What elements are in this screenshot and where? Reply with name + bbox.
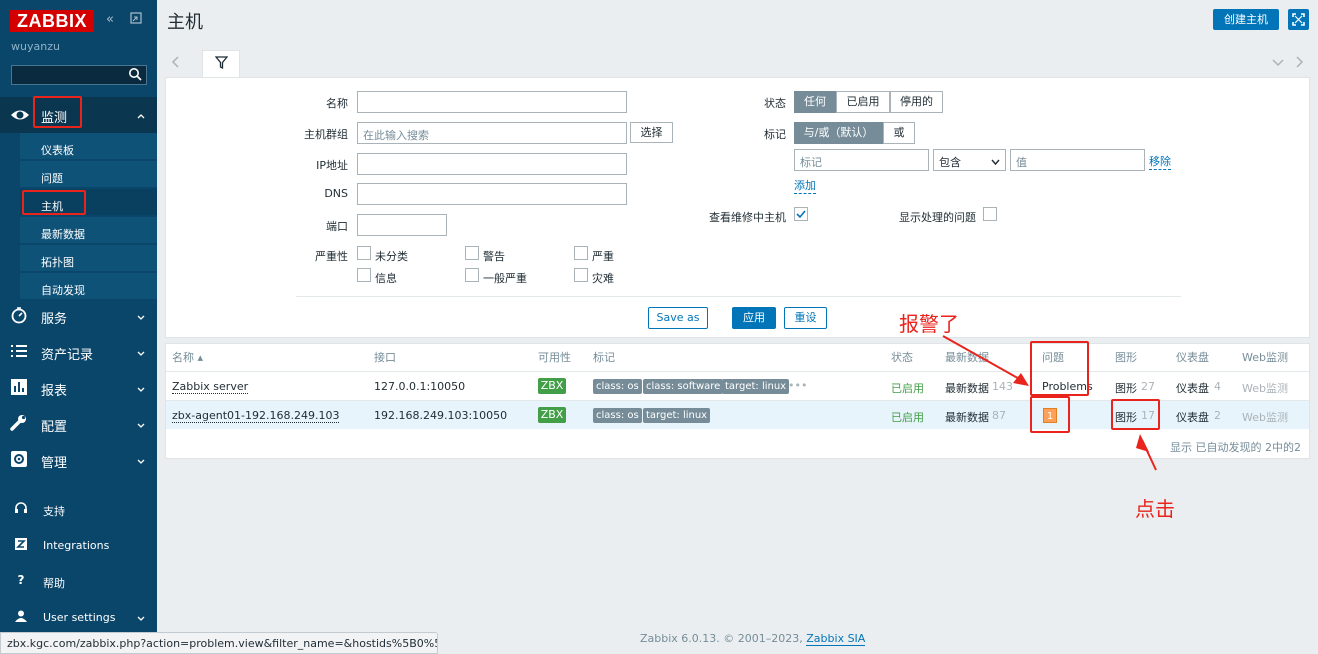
menu-inventory[interactable]: 资产记录 xyxy=(0,334,157,370)
kiosk-icon[interactable] xyxy=(130,12,142,28)
chevron-up-icon xyxy=(137,109,145,119)
z-icon xyxy=(14,537,28,551)
annotation-alarm: 报警了 xyxy=(899,312,959,336)
gear-icon xyxy=(10,450,30,470)
help-icon: ? xyxy=(17,573,25,587)
collapse-sidebar-icon[interactable]: « xyxy=(106,12,114,27)
footer-link[interactable]: Zabbix SIA xyxy=(806,632,866,646)
chevron-down-icon xyxy=(137,382,145,392)
menu-label: 服务 xyxy=(41,312,68,327)
headset-icon xyxy=(14,501,28,515)
menu-administration[interactable]: 管理 xyxy=(0,442,157,478)
menu-services[interactable]: 服务 xyxy=(0,298,157,334)
menu-support[interactable]: 支持 xyxy=(0,494,157,522)
main-content: 主机 创建主机 名称 主机群组 在此输入搜索 选择 IP地址 DNS 端口 严重… xyxy=(157,0,1318,654)
annotation-click: 点击 xyxy=(1135,497,1175,521)
menu-label: 报表 xyxy=(41,384,68,399)
user-icon xyxy=(14,609,28,623)
bar-chart-icon xyxy=(10,378,30,398)
menu-label: 帮助 xyxy=(43,577,65,590)
annotation-box-monitoring xyxy=(33,96,82,128)
search-icon[interactable] xyxy=(128,67,142,81)
menu-label: 支持 xyxy=(43,505,65,518)
zabbix-logo[interactable]: ZABBIX xyxy=(10,10,94,32)
annotation-box-hosts xyxy=(22,190,86,215)
sidebar: ZABBIX « wuyanzu 监测 仪表板 问题 主机 最新数据 拓扑图 自… xyxy=(0,0,157,654)
menu-label: User settings xyxy=(43,611,116,624)
eye-icon xyxy=(10,105,30,125)
page-footer: Zabbix 6.0.13. © 2001–2023, Zabbix SIA xyxy=(640,632,866,646)
menu-label: 资产记录 xyxy=(41,348,94,363)
submenu-dashboard[interactable]: 仪表板 xyxy=(20,133,157,160)
chevron-down-icon xyxy=(137,418,145,428)
list-icon xyxy=(10,342,30,362)
menu-help[interactable]: ? 帮助 xyxy=(0,566,157,594)
submenu-latest-data[interactable]: 最新数据 xyxy=(20,217,157,244)
annotation-arrows xyxy=(942,335,1157,471)
submenu-problems[interactable]: 问题 xyxy=(20,161,157,188)
clock-icon xyxy=(10,306,30,326)
chevron-down-icon xyxy=(137,454,145,464)
submenu-maps[interactable]: 拓扑图 xyxy=(20,245,157,272)
menu-integrations[interactable]: Integrations xyxy=(0,530,157,558)
menu-user-settings[interactable]: User settings xyxy=(0,602,157,630)
user-name: wuyanzu xyxy=(11,40,60,53)
chevron-down-icon xyxy=(137,346,145,356)
menu-configuration[interactable]: 配置 xyxy=(0,406,157,442)
menu-label: Integrations xyxy=(43,539,110,552)
chevron-down-icon xyxy=(137,612,145,625)
footer-text: Zabbix 6.0.13. © 2001–2023, xyxy=(640,632,803,645)
submenu-discovery[interactable]: 自动发现 xyxy=(20,273,157,300)
sidebar-search-input[interactable] xyxy=(11,65,147,85)
menu-label: 管理 xyxy=(41,456,68,471)
menu-label: 配置 xyxy=(41,420,68,435)
browser-status-url: zbx.kgc.com/zabbix.php?action=problem.vi… xyxy=(0,632,438,654)
chevron-down-icon xyxy=(137,310,145,320)
wrench-icon xyxy=(10,414,30,434)
menu-reports[interactable]: 报表 xyxy=(0,370,157,406)
